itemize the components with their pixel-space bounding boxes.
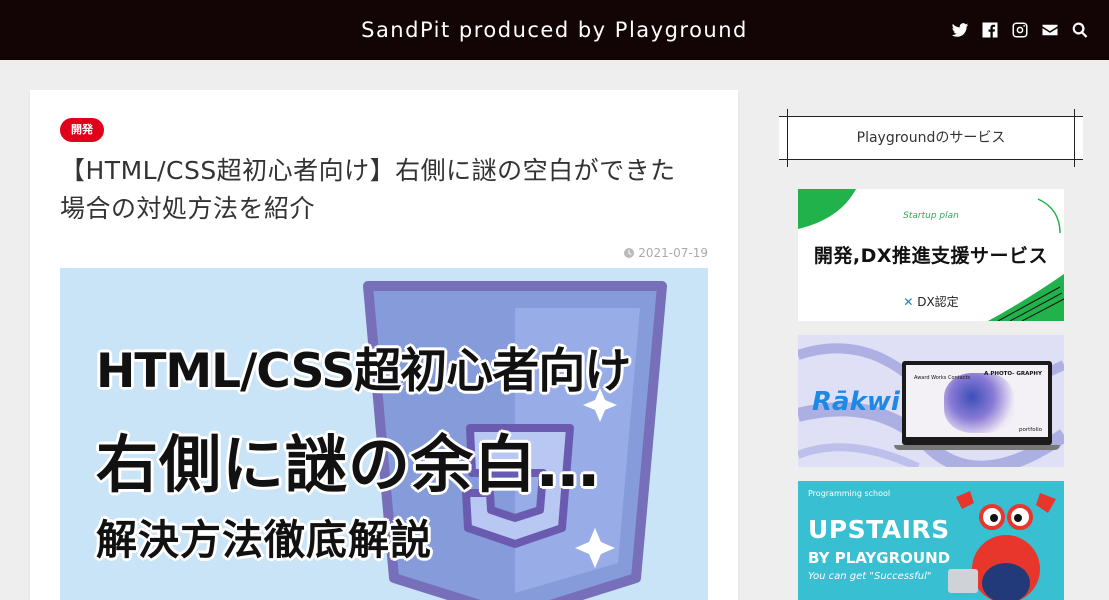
laptop-base [894, 445, 1060, 450]
post-date-text: 2021-07-19 [638, 246, 708, 260]
eyecatch-line-1: HTML/CSS超初心者向け [96, 344, 631, 399]
twitter-icon[interactable] [950, 19, 969, 41]
dx-logo-icon: ✕ [903, 295, 914, 309]
banner3-title: UPSTAIRS [808, 515, 950, 544]
banner1-small-text: Startup plan [903, 211, 959, 221]
banner-upstairs[interactable]: Programming school UPSTAIRS BY PLAYGROUN… [798, 481, 1064, 600]
crab-mascot-icon [948, 491, 1056, 600]
clock-icon [624, 248, 635, 258]
facebook-icon[interactable] [980, 19, 999, 41]
screen-title-text: A PHOTO- GRAPHY [984, 371, 1042, 377]
search-icon[interactable] [1070, 19, 1089, 41]
sidebar-widget-title: Playgroundのサービス [779, 109, 1083, 167]
laptop-screen: Award Works Contacts A PHOTO- GRAPHY por… [902, 361, 1052, 445]
header-icons [950, 19, 1089, 41]
widget-title-text: Playgroundのサービス [856, 130, 1006, 146]
eyecatch-image[interactable]: HTML/CSS超初心者向け 右側に謎の余白… 解決方法徹底解説 [60, 268, 708, 600]
banner3-small-text: Programming school [808, 489, 891, 498]
mail-icon[interactable] [1040, 19, 1059, 41]
dx-badge-text: DX認定 [917, 295, 959, 309]
banner1-main-text: 開発,DX推進支援サービス [813, 245, 1049, 267]
article-card: 開発 【HTML/CSS超初心者向け】右側に謎の空白ができた場合の対処方法を紹介… [30, 90, 738, 600]
eyecatch-line-2: 右側に謎の余白… [96, 428, 601, 501]
post-date: 2021-07-19 [623, 246, 708, 260]
instagram-icon[interactable] [1010, 19, 1029, 41]
banner-rakwi[interactable]: Rākwi Award Works Contacts A PHOTO- GRAP… [798, 335, 1064, 467]
title-frame-line-left [787, 109, 788, 167]
laptop-screen-content: Award Works Contacts A PHOTO- GRAPHY por… [906, 365, 1048, 437]
site-header: SandPit produced by Playground [0, 0, 1109, 60]
banner3-tagline: You can get "Successful" [808, 571, 932, 582]
eyecatch-line-3: 解決方法徹底解説 [96, 516, 432, 564]
title-frame-line-right [1074, 109, 1075, 167]
dx-badge: ✕ DX認定 [798, 293, 1064, 310]
blue-blob-image [944, 373, 1014, 433]
article-title[interactable]: 【HTML/CSS超初心者向け】右側に謎の空白ができた場合の対処方法を紹介 [60, 152, 700, 228]
category-badge[interactable]: 開発 [60, 118, 104, 142]
screen-footer-text: portfolio [1019, 427, 1042, 433]
rakwi-logo: Rākwi [812, 387, 900, 417]
banner-dx-support[interactable]: Startup plan 開発,DX推進支援サービス ✕ DX認定 [798, 189, 1064, 321]
screen-menu-text: Award Works Contacts [914, 375, 971, 381]
site-title[interactable]: SandPit produced by Playground [0, 0, 1109, 60]
banner3-subtitle: BY PLAYGROUND [808, 549, 951, 567]
